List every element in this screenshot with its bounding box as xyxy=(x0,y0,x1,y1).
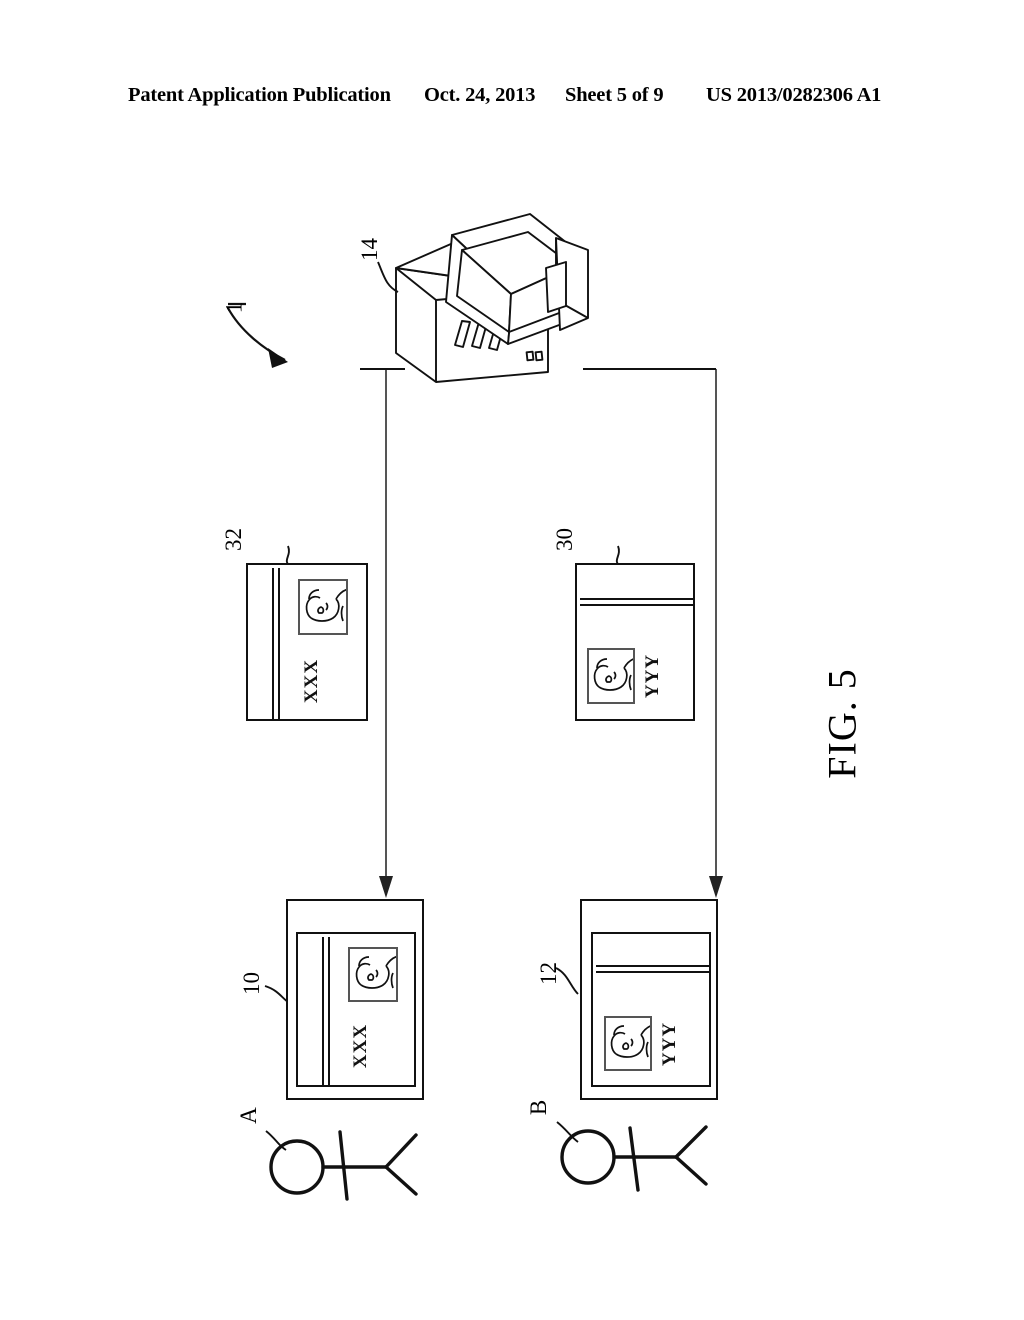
face-portrait-icon xyxy=(348,947,398,1002)
user-figure-a xyxy=(269,1130,418,1201)
device-a-screen: XXX xyxy=(296,932,416,1087)
device-a-terminal[interactable]: XXX xyxy=(286,899,424,1100)
screen-separator-line-2 xyxy=(328,937,330,1086)
figure-line-art xyxy=(227,213,723,1201)
header-publication-title: Patent Application Publication xyxy=(128,84,391,106)
ref-label-32: 32 xyxy=(221,528,246,551)
ref-label-user-a: A xyxy=(235,1107,261,1124)
screen-separator-line-1 xyxy=(322,937,324,1086)
ref-label-user-b: B xyxy=(526,1099,552,1116)
figure-caption: FIG. 5 xyxy=(819,668,865,779)
face-portrait-icon xyxy=(604,1016,652,1071)
card-separator-line-2 xyxy=(278,568,280,720)
header-sheet-number: Sheet 5 of 9 xyxy=(565,84,664,106)
card-separator-line-1 xyxy=(272,568,274,720)
patent-figure-page: Patent Application Publication Oct. 24, … xyxy=(0,0,1024,1320)
header-patent-number: US 2013/0282306 A1 xyxy=(706,84,882,106)
system-lead-line xyxy=(227,302,288,368)
lead-line-user-a xyxy=(265,1130,287,1151)
card-separator-line-1 xyxy=(580,598,694,600)
ref-label-1: 1 xyxy=(221,301,247,314)
device-b-terminal[interactable]: YYY xyxy=(580,899,718,1100)
content-card-xxx-source: XXX xyxy=(246,563,368,721)
device-b-screen: YYY xyxy=(591,932,711,1087)
lead-line-device-a xyxy=(264,985,289,1003)
screen-separator-line-2 xyxy=(596,971,710,973)
ref-label-14: 14 xyxy=(357,238,382,261)
content-card-yyy-source: YYY xyxy=(575,563,695,721)
ref-label-10: 10 xyxy=(239,972,264,995)
face-portrait-icon xyxy=(298,579,348,635)
screen-text-xxx: XXX xyxy=(350,1023,371,1069)
ref-label-30: 30 xyxy=(552,528,577,551)
card-separator-line-2 xyxy=(580,604,694,606)
ref-label-12: 12 xyxy=(536,962,561,985)
lead-line-server xyxy=(377,261,399,293)
computer-server-icon xyxy=(395,213,589,383)
publication-header: Patent Application Publication Oct. 24, … xyxy=(0,84,1024,114)
card-text-xxx: XXX xyxy=(301,658,322,704)
header-date: Oct. 24, 2013 xyxy=(424,84,536,106)
lead-line-user-b xyxy=(556,1121,579,1143)
user-figure-b xyxy=(560,1125,708,1192)
card-text-yyy: YYY xyxy=(642,653,663,699)
screen-separator-line-1 xyxy=(596,965,710,967)
face-portrait-icon xyxy=(587,648,635,704)
screen-text-yyy: YYY xyxy=(659,1021,680,1067)
